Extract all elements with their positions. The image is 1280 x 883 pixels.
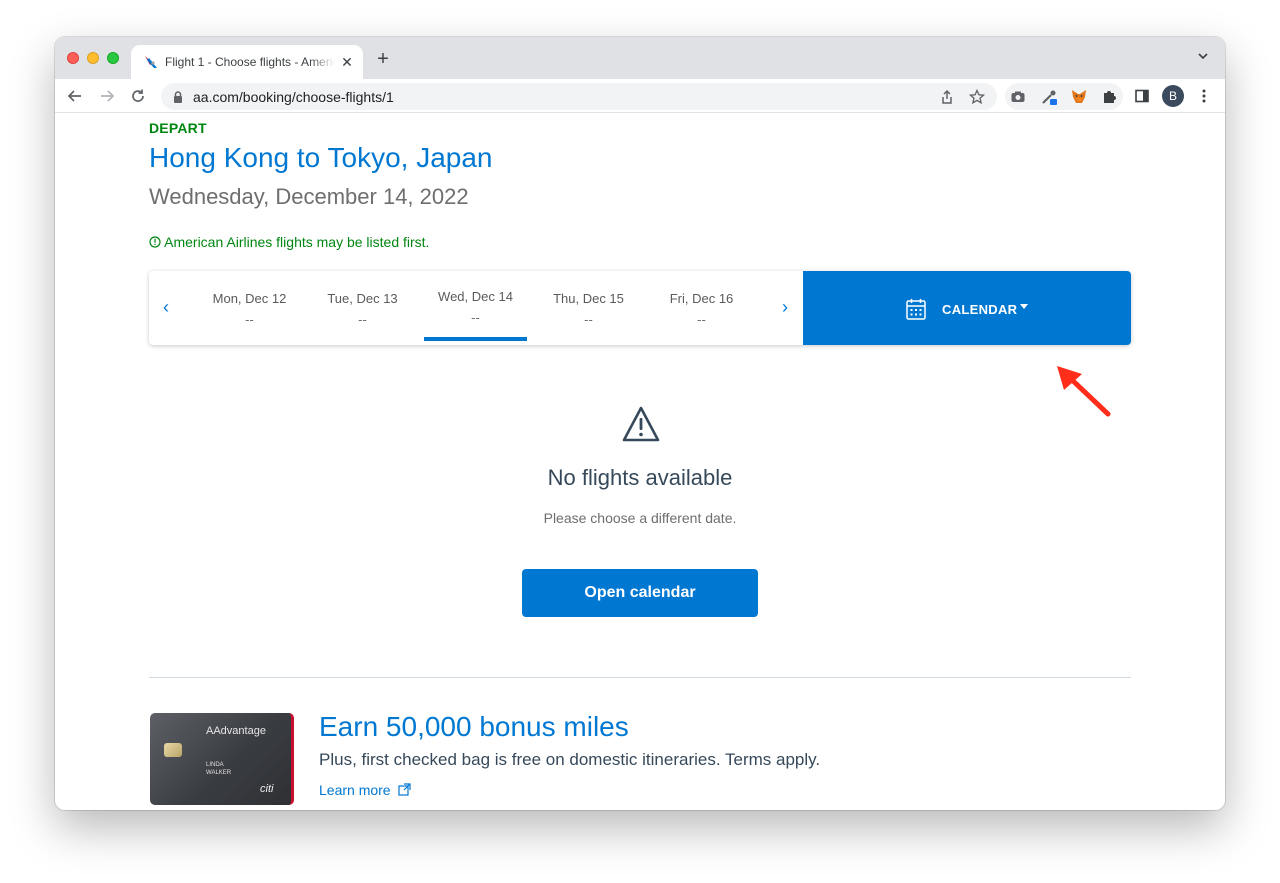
browser-tab[interactable]: Flight 1 - Choose flights - American Air… [131, 45, 363, 79]
date-price: -- [245, 312, 254, 327]
american-airlines-logo-icon [145, 56, 157, 68]
info-circle-icon [149, 236, 161, 248]
depart-label: DEPART [149, 120, 207, 136]
date-option-wed-dec-14[interactable]: Wed, Dec 14 -- [424, 271, 527, 341]
side-panel-icon[interactable] [1131, 85, 1153, 107]
section-divider [149, 677, 1131, 678]
page-content: DEPART Hong Kong to Tokyo, Japan Wednesd… [55, 114, 1225, 810]
annotation-arrow-icon [1057, 366, 1111, 417]
route-title: Hong Kong to Tokyo, Japan [149, 142, 493, 173]
minimize-window-button[interactable] [87, 52, 99, 64]
bookmark-star-icon[interactable] [967, 87, 987, 107]
lock-icon[interactable] [171, 90, 185, 104]
caret-down-icon [1020, 304, 1028, 309]
tab-title: Flight 1 - Choose flights - American Air… [165, 55, 335, 69]
date-option-tue-dec-13[interactable]: Tue, Dec 13 -- [311, 271, 414, 341]
date-option-mon-dec-12[interactable]: Mon, Dec 12 -- [198, 271, 301, 341]
card-brand: AAdvantage [206, 725, 266, 737]
learn-more-label: Learn more [319, 782, 391, 798]
calendar-icon [906, 299, 926, 320]
open-calendar-button[interactable]: Open calendar [522, 569, 758, 617]
date-price: -- [584, 312, 593, 327]
travel-date: Wednesday, December 14, 2022 [149, 184, 469, 209]
card-holder-last: WALKER [206, 770, 232, 776]
tab-search-chevron-icon[interactable] [1193, 49, 1213, 69]
calendar-dropdown-button[interactable]: CALENDAR [803, 271, 1131, 345]
url-text[interactable]: aa.com/booking/choose-flights/1 [193, 89, 394, 105]
back-arrow-icon[interactable] [64, 85, 86, 107]
forward-arrow-icon[interactable] [96, 85, 118, 107]
share-icon[interactable] [937, 87, 957, 107]
date-label: Mon, Dec 12 [212, 291, 287, 306]
calendar-label: CALENDAR [942, 302, 1018, 317]
date-price: -- [697, 312, 706, 327]
date-price: -- [358, 312, 367, 327]
metamask-fox-icon[interactable] [1069, 87, 1089, 107]
external-link-icon [398, 783, 412, 796]
date-price: -- [471, 310, 480, 325]
more-menu-icon[interactable] [1193, 85, 1215, 107]
date-selector-bar: ‹ Mon, Dec 12 -- Tue, Dec 13 -- Wed, Dec… [149, 271, 1131, 345]
promo-title: Earn 50,000 bonus miles [319, 711, 629, 742]
no-flights-heading: No flights available [547, 465, 733, 490]
card-holder-first: LINDA [206, 762, 224, 768]
camera-icon[interactable] [1008, 87, 1028, 107]
tab-strip: Flight 1 - Choose flights - American Air… [55, 37, 1225, 79]
reload-icon[interactable] [127, 85, 149, 107]
eyedropper-extension-icon[interactable] [1039, 87, 1059, 107]
extensions-area [1005, 83, 1123, 110]
date-option-fri-dec-16[interactable]: Fri, Dec 16 -- [650, 271, 753, 341]
warning-triangle-icon [622, 406, 660, 442]
tab-close-icon[interactable]: ✕ [339, 54, 355, 70]
zoom-window-button[interactable] [107, 52, 119, 64]
previous-dates-chevron-icon[interactable]: ‹ [156, 295, 176, 319]
selected-date-indicator [424, 337, 527, 341]
notice-text: American Airlines flights may be listed … [164, 234, 430, 250]
browser-toolbar: aa.com/booking/choose-flights/1 B [55, 79, 1225, 113]
browser-window: Flight 1 - Choose flights - American Air… [55, 37, 1225, 810]
date-label: Tue, Dec 13 [327, 291, 398, 306]
address-bar[interactable]: aa.com/booking/choose-flights/1 [161, 83, 997, 110]
promo-text: Plus, first checked bag is free on domes… [319, 750, 821, 769]
date-label: Fri, Dec 16 [669, 291, 734, 306]
date-label: Wed, Dec 14 [438, 289, 513, 304]
choose-date-message: Please choose a different date. [543, 510, 737, 526]
learn-more-link[interactable]: Learn more [319, 782, 412, 798]
profile-avatar[interactable]: B [1162, 85, 1184, 107]
close-window-button[interactable] [67, 52, 79, 64]
info-notice: American Airlines flights may be listed … [149, 234, 429, 250]
card-bank-logo: citi [260, 783, 274, 795]
next-dates-chevron-icon[interactable]: › [775, 295, 795, 319]
card-chip-icon [164, 743, 182, 757]
new-tab-button[interactable]: + [373, 49, 393, 69]
date-option-thu-dec-15[interactable]: Thu, Dec 15 -- [537, 271, 640, 341]
citi-aadvantage-card-image[interactable]: AAdvantage LINDA WALKER citi [150, 713, 294, 805]
date-label: Thu, Dec 15 [553, 291, 624, 306]
card-holder-name: LINDA WALKER [206, 761, 231, 777]
extensions-puzzle-icon[interactable] [1099, 87, 1119, 107]
